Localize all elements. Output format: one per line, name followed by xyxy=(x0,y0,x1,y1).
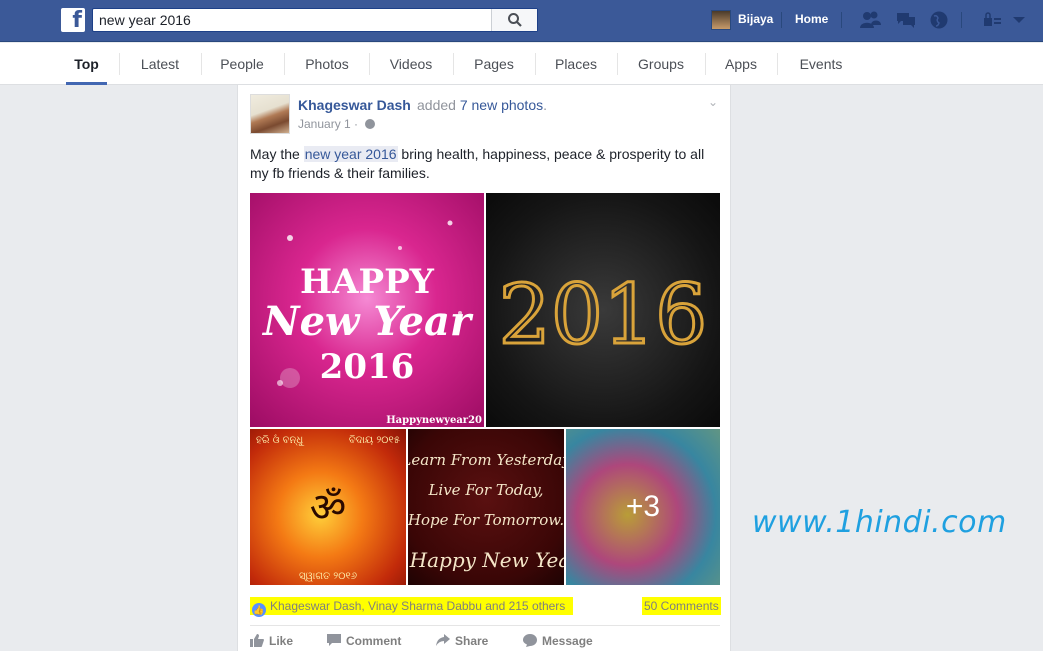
facebook-logo-icon[interactable]: f xyxy=(61,8,85,32)
comment-icon xyxy=(327,634,341,646)
divider xyxy=(617,53,618,75)
share-label: Share xyxy=(455,634,489,648)
post-photo-2[interactable]: 2016 xyxy=(486,193,720,427)
tab-groups[interactable]: Groups xyxy=(629,43,693,85)
post-author-name[interactable]: Khageswar Dash xyxy=(298,97,411,113)
meta-separator: · xyxy=(354,117,359,131)
photo-1-footer: Happynewyear20 xyxy=(386,415,482,426)
tab-top[interactable]: Top xyxy=(66,43,107,85)
likes-text[interactable]: Khageswar Dash, Vinay Sharma Dabbu and 2… xyxy=(270,599,565,613)
photo-4-line4: Happy New Yea xyxy=(409,548,564,572)
like-button[interactable]: Like xyxy=(250,633,293,649)
share-arrow-icon xyxy=(436,634,450,646)
comments-count-link[interactable]: 50 Comments xyxy=(642,597,721,615)
post-photo-5[interactable]: +3 xyxy=(566,429,720,585)
post-date-link[interactable]: January 1 xyxy=(298,117,351,131)
user-avatar[interactable] xyxy=(711,10,731,30)
photo-3-bottom: ସ୍ୱାଗତ ୨୦୧୬ xyxy=(299,571,357,582)
divider xyxy=(841,12,842,28)
photo-4-artwork: Learn From Yesterday Live For Today, Hop… xyxy=(408,451,564,572)
post-text-start: May the xyxy=(250,146,304,162)
photo-4-line2: Live For Today, xyxy=(427,481,543,499)
profile-link[interactable]: Bijaya xyxy=(738,12,773,26)
tab-pages[interactable]: Pages xyxy=(465,43,523,85)
search-input[interactable] xyxy=(93,9,493,31)
chevron-down-icon[interactable] xyxy=(1008,10,1030,30)
action-prefix: added xyxy=(417,97,460,113)
public-globe-icon[interactable] xyxy=(365,119,376,129)
tab-events[interactable]: Events xyxy=(789,43,853,85)
comment-label: Comment xyxy=(346,634,402,648)
tab-latest[interactable]: Latest xyxy=(131,43,189,85)
more-photos-overlay[interactable]: +3 xyxy=(566,429,720,585)
divider xyxy=(535,53,536,75)
messenger-icon xyxy=(523,634,537,647)
message-button[interactable]: Message xyxy=(523,633,593,649)
messages-icon[interactable] xyxy=(895,10,917,30)
likes-summary[interactable]: 👍 Khageswar Dash, Vinay Sharma Dabbu and … xyxy=(250,597,574,617)
privacy-shortcuts-icon[interactable] xyxy=(981,10,1003,30)
search-button[interactable] xyxy=(491,9,537,31)
like-label: Like xyxy=(269,634,294,648)
tab-apps[interactable]: Apps xyxy=(717,43,765,85)
watermark-text: www.1hindi.com xyxy=(752,505,1007,540)
divider xyxy=(369,53,370,75)
search-filter-tabs: Top Latest People Photos Videos Pages Pl… xyxy=(0,43,1043,85)
tab-videos[interactable]: Videos xyxy=(381,43,441,85)
search-term-highlight[interactable]: new year 2016 xyxy=(303,146,398,162)
divider xyxy=(119,53,120,75)
home-link[interactable]: Home xyxy=(795,12,828,26)
photo-3-top-right: ବିଦାୟ ୨୦୧୫ xyxy=(349,435,400,446)
like-thumb-icon: 👍 xyxy=(252,603,266,617)
photo-1-line1: HAPPY xyxy=(300,262,435,302)
notifications-globe-icon[interactable] xyxy=(928,10,950,30)
divider xyxy=(284,53,285,75)
post-photo-1[interactable]: HAPPY New Year 2016 Happynewyear20 xyxy=(250,193,484,427)
divider xyxy=(777,53,778,75)
photo-3-om: ॐ xyxy=(310,485,346,531)
top-navigation-bar: f Bijaya Home xyxy=(0,0,1043,42)
photo-3-artwork: ହରି ଓଁ ବନ୍ଧୁ ବିଦାୟ ୨୦୧୫ ॐ ସ୍ୱାଗତ ୨୦୧୬ xyxy=(256,433,400,582)
divider xyxy=(201,53,202,75)
photo-3-top-left: ହରି ଓଁ ବନ୍ଧୁ xyxy=(256,433,305,446)
divider xyxy=(705,53,706,75)
search-box xyxy=(92,8,538,32)
share-button[interactable]: Share xyxy=(436,633,488,649)
photo-2-artwork: 2016 xyxy=(497,267,709,365)
photo-2-number: 2016 xyxy=(499,268,708,363)
thumbs-up-icon xyxy=(250,634,264,647)
tab-people[interactable]: People xyxy=(213,43,271,85)
tab-places[interactable]: Places xyxy=(547,43,605,85)
friend-requests-icon[interactable] xyxy=(859,10,881,30)
post-photo-3[interactable]: ହରି ଓଁ ବନ୍ଧୁ ବିଦାୟ ୨୦୧୫ ॐ ସ୍ୱାଗତ ୨୦୧୬ xyxy=(250,429,406,585)
action-suffix: . xyxy=(543,97,548,113)
photo-1-artwork: HAPPY New Year 2016 Happynewyear20 xyxy=(261,220,482,426)
post-options-chevron-icon[interactable]: ⌄ xyxy=(708,95,718,109)
divider xyxy=(781,12,782,28)
post-photo-4[interactable]: Learn From Yesterday Live For Today, Hop… xyxy=(408,429,564,585)
photo-1-line2: New Year xyxy=(261,298,474,345)
photo-4-line1: Learn From Yesterday xyxy=(408,451,564,469)
divider xyxy=(453,53,454,75)
photo-1-line3: 2016 xyxy=(320,347,415,387)
post-action-text: added 7 new photos. xyxy=(417,97,547,113)
tab-photos[interactable]: Photos xyxy=(296,43,358,85)
post-text: May the new year 2016 bring health, happ… xyxy=(250,145,720,183)
photo-4-line3: Hope For Tomorrow. xyxy=(408,511,564,529)
divider xyxy=(961,12,962,28)
comment-button[interactable]: Comment xyxy=(327,633,401,649)
post-meta: January 1 · xyxy=(298,117,376,131)
divider xyxy=(250,625,720,626)
author-avatar[interactable] xyxy=(250,94,290,134)
new-photos-link[interactable]: 7 new photos xyxy=(460,97,543,113)
post-card: Khageswar Dash added 7 new photos. Janua… xyxy=(237,85,731,651)
message-label: Message xyxy=(542,634,593,648)
search-icon xyxy=(508,13,522,27)
